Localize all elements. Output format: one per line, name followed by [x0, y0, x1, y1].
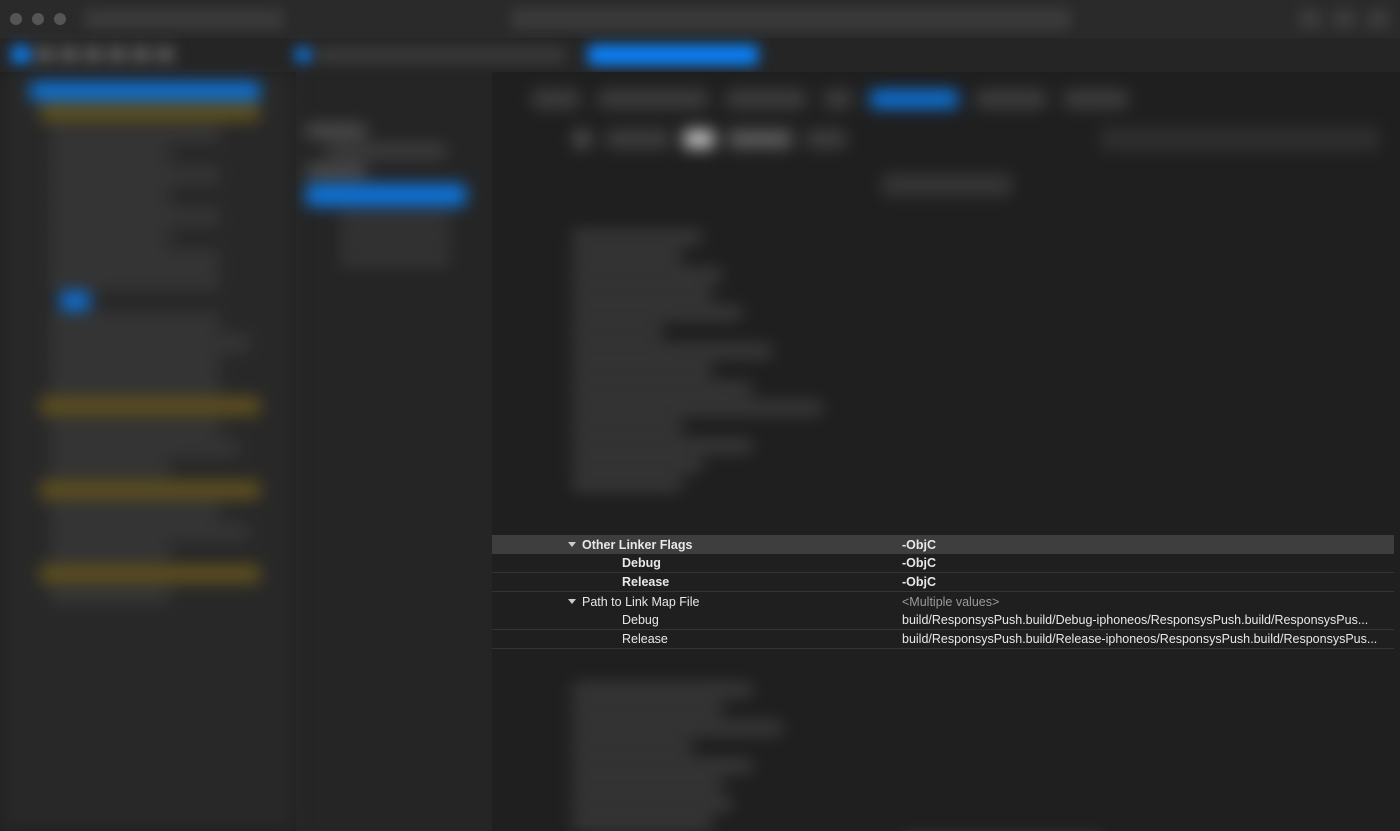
config-label: Release — [622, 575, 669, 589]
setting-other-linker-flags[interactable]: Other Linker Flags -ObjC — [492, 535, 1394, 554]
toolbar-button[interactable] — [1366, 9, 1390, 29]
setting-other-linker-flags-debug[interactable]: Debug -ObjC — [492, 554, 1394, 573]
config-label: Debug — [622, 613, 659, 627]
toolbar-button[interactable] — [1298, 9, 1322, 29]
editor-tab-bar — [0, 38, 1400, 72]
setting-value[interactable]: -ObjC — [902, 575, 1394, 589]
build-settings-rows: Other Linker Flags -ObjC Debug -ObjC Rel… — [492, 535, 1394, 649]
build-settings-editor: Other Linker Flags -ObjC Debug -ObjC Rel… — [492, 72, 1400, 831]
setting-other-linker-flags-release[interactable]: Release -ObjC — [492, 573, 1394, 592]
toolbar-button[interactable] — [1332, 9, 1356, 29]
setting-value[interactable]: -ObjC — [902, 556, 1394, 570]
config-label: Release — [622, 632, 668, 646]
traffic-light-min[interactable] — [32, 13, 44, 25]
editor-tab-active[interactable] — [588, 45, 758, 65]
traffic-light-close[interactable] — [10, 13, 22, 25]
config-label: Debug — [622, 556, 661, 570]
setting-label: Other Linker Flags — [582, 538, 692, 552]
setting-value[interactable]: build/ResponsysPush.build/Release-iphone… — [902, 632, 1394, 646]
setting-value[interactable]: build/ResponsysPush.build/Debug-iphoneos… — [902, 613, 1394, 627]
setting-path-to-link-map-debug[interactable]: Debug build/ResponsysPush.build/Debug-ip… — [492, 611, 1394, 630]
scheme-pill[interactable] — [511, 8, 1071, 30]
traffic-light-max[interactable] — [54, 13, 66, 25]
project-navigator[interactable] — [0, 72, 296, 831]
window-toolbar — [0, 0, 1400, 38]
setting-label: Path to Link Map File — [582, 595, 699, 609]
setting-value[interactable]: -ObjC — [902, 538, 1394, 552]
targets-sidebar[interactable] — [296, 72, 492, 831]
setting-path-to-link-map[interactable]: Path to Link Map File <Multiple values> — [492, 592, 1394, 611]
disclosure-triangle-icon[interactable] — [568, 542, 576, 547]
setting-value[interactable]: <Multiple values> — [902, 595, 1394, 609]
disclosure-triangle-icon[interactable] — [568, 599, 576, 604]
setting-path-to-link-map-release[interactable]: Release build/ResponsysPush.build/Releas… — [492, 630, 1394, 649]
